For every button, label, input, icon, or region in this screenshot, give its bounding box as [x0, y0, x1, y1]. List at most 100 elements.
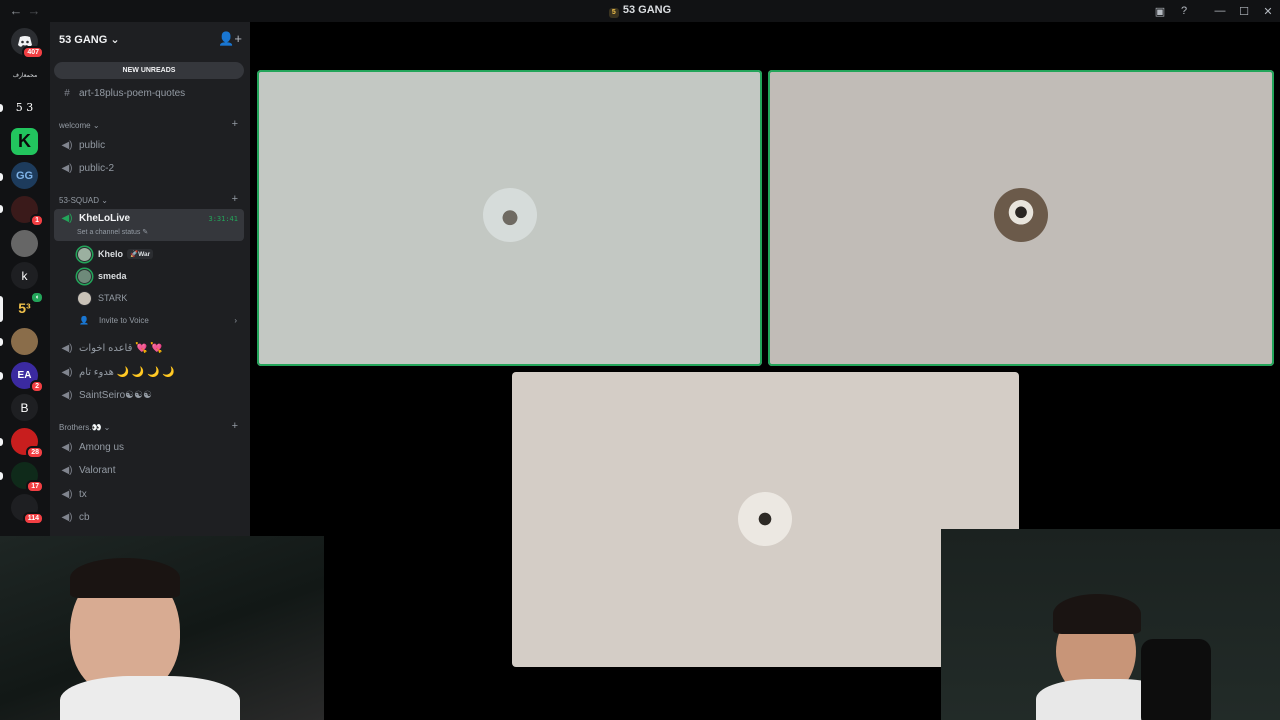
forward-arrow-icon[interactable]: → [26, 3, 42, 18]
channel-art-18plus[interactable]: # art-18plus-poem-quotes [54, 83, 244, 103]
create-channel-icon[interactable]: + [232, 118, 238, 130]
new-unreads-button[interactable]: NEW UNREADS [54, 62, 244, 79]
server-badge: 114 [22, 512, 44, 525]
maximize-button[interactable]: ☐ [1232, 0, 1256, 22]
back-arrow-icon[interactable]: ← [8, 3, 24, 18]
channel-arabic-2[interactable]: ◀) هدوء تام 🌙 🌙 🌙 🌙 [54, 362, 244, 382]
chevron-down-icon: ⌄ [101, 196, 108, 205]
window-title-text: 53 GANG [622, 4, 672, 16]
channel-name: cb [79, 511, 90, 523]
speaker-icon: ◀) [61, 488, 73, 500]
server-kick-icon[interactable]: K [11, 128, 38, 155]
avatar [994, 188, 1048, 242]
channel-name: public-2 [79, 162, 115, 174]
voice-user-name: STARK [98, 293, 128, 303]
home-discord-icon[interactable]: 407 [11, 28, 44, 59]
server-vei-icon[interactable]: 28 [11, 428, 44, 459]
channel-arabic-1[interactable]: ◀) قاعده اخوات 💘 💘 [54, 338, 244, 358]
unread-pill [0, 338, 3, 346]
channel-name: public [79, 139, 106, 151]
server-k-icon[interactable]: k [11, 262, 38, 289]
create-channel-icon[interactable]: + [232, 193, 238, 205]
channel-public[interactable]: ◀) public [54, 135, 244, 155]
unread-pill [0, 205, 3, 213]
server-badge: 28 [26, 446, 44, 459]
minimize-button[interactable]: — [1208, 0, 1232, 22]
add-member-icon[interactable]: 👤+ [218, 31, 242, 47]
speaker-icon: ◀) [61, 389, 73, 401]
add-user-icon: 👤 [79, 315, 89, 325]
channel-valorant[interactable]: ◀) Valorant [54, 460, 244, 480]
channel-public-2[interactable]: ◀) public-2 [54, 158, 244, 178]
channel-khelolive[interactable]: ◀) KheLoLive 3:31:41 Set a channel statu… [54, 209, 244, 241]
help-icon[interactable]: ? [1172, 0, 1196, 22]
invite-label: Invite to Voice [98, 315, 149, 325]
speaker-icon: ◀) [61, 139, 73, 151]
voice-user-stark[interactable]: STARK [77, 288, 127, 308]
invite-to-voice[interactable]: 👤 Invite to Voice › [77, 310, 237, 330]
avatar [738, 492, 792, 546]
server-name: 53 GANG ⌄ [59, 33, 120, 46]
channel-name: قاعده اخوات 💘 💘 [79, 342, 163, 354]
server-gg-icon[interactable]: GG [11, 162, 38, 189]
selected-pill [0, 296, 3, 322]
channel-cb[interactable]: ◀) cb [54, 507, 244, 527]
server-ea-icon[interactable]: EA 2 [11, 362, 44, 393]
chevron-down-icon: ⌄ [92, 121, 100, 130]
channel-saintseiro[interactable]: ◀) SaintSeiro☯☯☯ [54, 385, 244, 405]
server-red-icon[interactable]: 1 [11, 196, 44, 227]
channel-among-us[interactable]: ◀) Among us [54, 437, 244, 457]
server-badge: 1 [30, 214, 44, 227]
channel-name: art-18plus-poem-quotes [79, 87, 186, 99]
speaker-icon: ◀) [61, 441, 73, 453]
participant-tile-smeda[interactable] [768, 70, 1274, 366]
streamer-hair [1053, 594, 1141, 634]
close-button[interactable]: ✕ [1256, 0, 1280, 22]
gaming-chair [1141, 639, 1211, 720]
channel-name: KheLoLive [79, 213, 131, 224]
server-53-gang-icon[interactable]: 5³ ◖ [11, 291, 44, 321]
server-green-icon[interactable]: 17 [11, 462, 44, 493]
server-b-icon[interactable]: B [11, 394, 38, 421]
category-53-squad[interactable]: 53-SQUAD ⌄ [59, 196, 108, 205]
streamer-hair [70, 558, 180, 598]
chevron-right-icon: › [234, 315, 237, 325]
avatar [483, 188, 537, 242]
category-welcome[interactable]: welcome ⌄ [59, 121, 100, 130]
category-brothers[interactable]: Brothers.👀 ⌄ [59, 423, 110, 432]
server-arabic-label[interactable]: محمعارف [7, 62, 43, 89]
participant-tile-khelo[interactable] [257, 70, 762, 366]
speaker-icon: ◀) [61, 366, 73, 378]
server-avatar-icon[interactable] [11, 328, 38, 355]
server-arabic-icon[interactable]: 114 [11, 494, 44, 525]
server-name-text: 53 GANG [59, 34, 108, 46]
home-unread-badge: 407 [22, 46, 44, 59]
speaker-icon: ◀) [61, 342, 73, 354]
inbox-icon[interactable]: ▣ [1148, 0, 1172, 22]
channel-tx[interactable]: ◀) tx [54, 484, 244, 504]
server-53-text[interactable]: 5 3 [11, 94, 38, 121]
voice-user-khelo[interactable]: Khelo 🚀War [77, 244, 154, 264]
webcam-overlay-right [941, 529, 1280, 720]
voice-active-badge: ◖ [29, 291, 44, 304]
hash-icon: # [64, 87, 70, 99]
unread-pill [0, 472, 3, 480]
create-channel-icon[interactable]: + [232, 420, 238, 432]
channel-name: Valorant [79, 464, 116, 476]
unread-pill [0, 372, 3, 380]
unread-pill [0, 173, 3, 181]
server-header[interactable]: 53 GANG ⌄ 👤+ [50, 22, 250, 56]
category-label: welcome [59, 121, 91, 130]
avatar [77, 246, 92, 262]
voice-user-smeda[interactable]: smeda [77, 266, 127, 286]
set-channel-status[interactable]: Set a channel status ✎ [77, 228, 148, 236]
category-label: 53-SQUAD [59, 196, 100, 205]
streamer-shirt [60, 676, 240, 720]
voice-user-name: Khelo [98, 249, 124, 259]
voice-timer: 3:31:41 [208, 215, 238, 223]
webcam-overlay-left [0, 536, 324, 720]
server-photo-icon[interactable] [11, 230, 38, 257]
speaker-icon: ◀) [61, 511, 73, 523]
unread-pill [0, 438, 3, 446]
title-bar: ← → 5 53 GANG ▣ ? — ☐ ✕ [0, 0, 1280, 22]
